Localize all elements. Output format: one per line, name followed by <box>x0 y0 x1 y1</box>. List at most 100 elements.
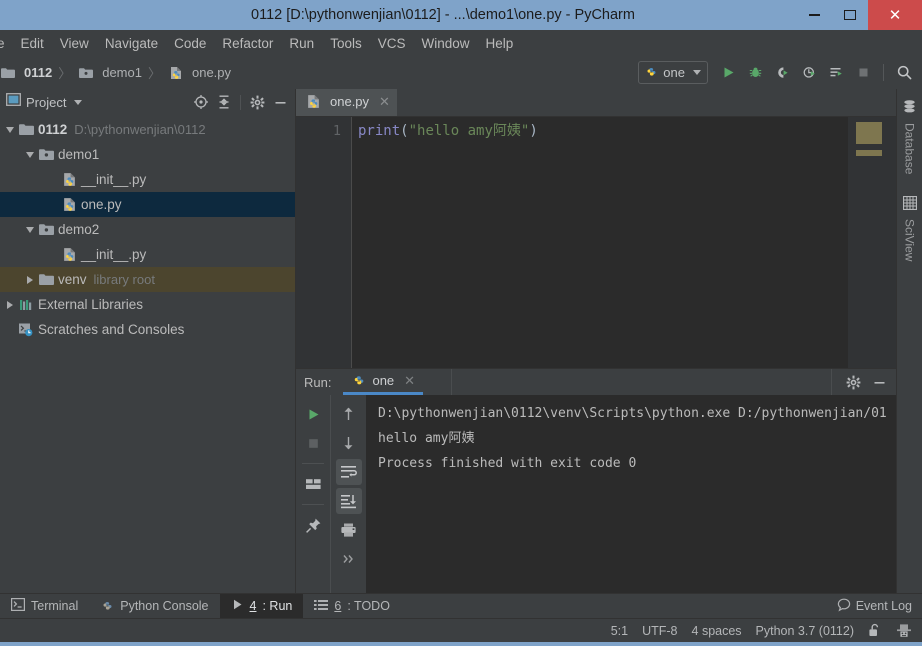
scratches-icon <box>17 322 35 337</box>
tool-window-label-todo: : TODO <box>347 599 390 613</box>
tool-window-button-terminal[interactable]: Terminal <box>0 594 89 618</box>
todo-list-icon <box>314 599 329 614</box>
tool-window-mnemonic-todo: 6 <box>334 599 342 613</box>
menu-edit[interactable]: Edit <box>13 34 52 53</box>
folder-icon <box>37 273 55 286</box>
twisty-expanded-icon[interactable] <box>22 151 37 158</box>
layout-button[interactable] <box>300 471 326 497</box>
menu-vcs[interactable]: VCS <box>370 34 414 53</box>
menu-refactor[interactable]: Refactor <box>214 34 281 53</box>
menu-tools[interactable]: Tools <box>322 34 370 53</box>
run-left-toolbar <box>296 395 330 593</box>
stop-button[interactable] <box>851 61 875 85</box>
scroll-to-end-button[interactable] <box>335 488 362 514</box>
package-folder-icon <box>77 67 95 79</box>
breadcrumb-item-demo1[interactable]: demo1 <box>74 63 145 82</box>
editor-tab-one-py[interactable]: one.py ✕ <box>296 89 397 116</box>
maximize-button[interactable] <box>832 0 868 30</box>
soft-wrap-button[interactable] <box>335 459 362 485</box>
console-scrollbar[interactable] <box>888 395 896 593</box>
chevron-down-icon[interactable] <box>74 99 83 105</box>
close-icon[interactable]: ✕ <box>379 94 390 110</box>
indent-setting[interactable]: 4 spaces <box>692 624 742 638</box>
breadcrumb-item-project[interactable]: 0112 <box>0 63 55 82</box>
locate-button[interactable] <box>191 92 211 112</box>
tree-row-demo2-init[interactable]: __init__.py <box>0 242 295 267</box>
debug-button[interactable] <box>743 61 767 85</box>
tree-row-one-py[interactable]: one.py <box>0 192 295 217</box>
close-button[interactable]: ✕ <box>868 0 922 30</box>
menu-help[interactable]: Help <box>477 34 521 53</box>
stop-process-button[interactable] <box>300 430 326 456</box>
run-with-console-button[interactable] <box>824 61 848 85</box>
tree-sub-venv: library root <box>93 272 155 287</box>
python-interpreter[interactable]: Python 3.7 (0112) <box>756 624 854 638</box>
tree-row-demo1[interactable]: demo1 <box>0 142 295 167</box>
tree-row-project-root[interactable]: 0112 D:\pythonwenjian\0112 <box>0 117 295 142</box>
code-line-1: print("hello amy阿姨") <box>358 122 848 141</box>
tool-window-button-python-console[interactable]: Python Console <box>89 594 219 618</box>
hector-hat-icon[interactable] <box>896 623 912 638</box>
tree-row-demo2[interactable]: demo2 <box>0 217 295 242</box>
twisty-collapsed-icon[interactable] <box>22 275 37 284</box>
run-header-spacer <box>451 369 831 395</box>
run-tab-one[interactable]: one ✕ <box>343 369 424 395</box>
profile-button[interactable] <box>797 61 821 85</box>
project-window-icon <box>6 93 21 111</box>
editor-text-area[interactable]: print("hello amy阿姨") <box>352 117 848 368</box>
run-with-coverage-button[interactable] <box>770 61 794 85</box>
tool-window-button-todo[interactable]: 6 : TODO <box>303 594 401 618</box>
console-line-command: D:\pythonwenjian\0112\venv\Scripts\pytho… <box>378 406 896 421</box>
up-stack-button[interactable] <box>336 401 362 427</box>
editor-and-run-column: one.py ✕ 1 print("hello amy阿姨") Run: one… <box>296 89 896 593</box>
tool-window-button-run[interactable]: 4: Run <box>219 594 304 618</box>
rerun-button[interactable] <box>300 401 326 427</box>
settings-button[interactable] <box>247 92 267 112</box>
code-editor[interactable]: 1 print("hello amy阿姨") <box>296 117 896 368</box>
menu-window[interactable]: Window <box>413 34 477 53</box>
run-configuration-selector[interactable]: one <box>638 61 708 84</box>
down-stack-button[interactable] <box>336 430 362 456</box>
menu-code[interactable]: Code <box>166 34 214 53</box>
run-button[interactable] <box>716 61 740 85</box>
menu-file[interactable]: e <box>0 34 13 53</box>
file-encoding[interactable]: UTF-8 <box>642 624 677 638</box>
run-hide-button[interactable] <box>868 371 890 393</box>
run-console-output[interactable]: D:\pythonwenjian\0112\venv\Scripts\pytho… <box>366 395 896 593</box>
editor-scrollbar-rail[interactable] <box>848 117 896 368</box>
pin-tab-button[interactable] <box>300 512 326 538</box>
console-line-exit: Process finished with exit code 0 <box>378 456 637 471</box>
tool-window-button-sciview[interactable]: SciView <box>902 196 917 262</box>
toolbar-separator <box>302 463 324 464</box>
hide-button[interactable] <box>270 92 290 112</box>
unlocked-padlock-icon[interactable] <box>868 623 882 638</box>
breadcrumb-item-file[interactable]: one.py <box>164 63 234 82</box>
close-icon[interactable]: ✕ <box>404 373 415 389</box>
tree-row-demo1-init[interactable]: __init__.py <box>0 167 295 192</box>
collapse-all-button[interactable] <box>214 92 234 112</box>
twisty-expanded-icon[interactable] <box>2 126 17 133</box>
more-button[interactable] <box>336 546 362 572</box>
tree-row-external-libraries[interactable]: External Libraries <box>0 292 295 317</box>
project-tree: 0112 D:\pythonwenjian\0112 demo1 __init_… <box>0 115 295 593</box>
search-everywhere-button[interactable] <box>892 61 916 85</box>
tool-window-button-database[interactable]: Database <box>902 99 917 174</box>
run-secondary-toolbar <box>330 395 366 593</box>
tool-window-mnemonic-run: 4 <box>249 599 257 613</box>
twisty-collapsed-icon[interactable] <box>2 300 17 309</box>
caret-position[interactable]: 5:1 <box>611 624 628 638</box>
header-separator <box>240 94 241 110</box>
twisty-expanded-icon[interactable] <box>22 226 37 233</box>
event-log-button[interactable]: Event Log <box>827 594 922 618</box>
python-icon <box>100 598 114 615</box>
breadcrumb-label-project: 0112 <box>24 65 53 80</box>
menu-run[interactable]: Run <box>281 34 322 53</box>
tree-row-venv[interactable]: venv library root <box>0 267 295 292</box>
console-line-output: hello amy阿姨 <box>378 431 475 446</box>
menu-view[interactable]: View <box>52 34 97 53</box>
tree-row-scratches[interactable]: Scratches and Consoles <box>0 317 295 342</box>
run-settings-button[interactable] <box>842 371 864 393</box>
menu-navigate[interactable]: Navigate <box>97 34 166 53</box>
minimize-button[interactable] <box>796 0 832 30</box>
print-button[interactable] <box>336 517 362 543</box>
